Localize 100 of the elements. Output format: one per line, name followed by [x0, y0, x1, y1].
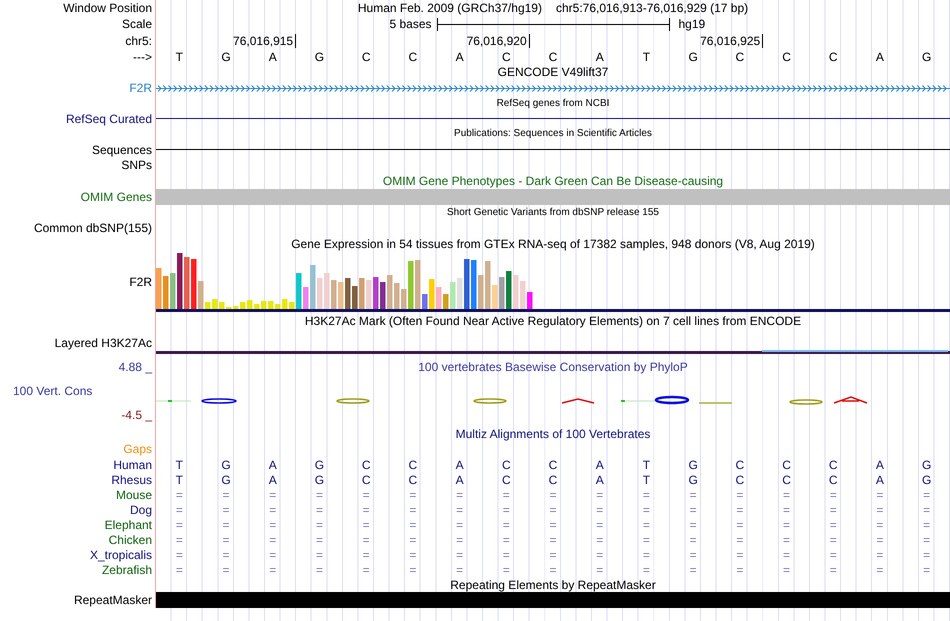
aligned-base: T	[176, 458, 184, 470]
match-mark: =	[736, 488, 744, 500]
base-letter: C	[502, 50, 511, 62]
aligned-base: G	[922, 458, 932, 470]
match-mark: =	[690, 564, 697, 576]
track-label[interactable]: Dog	[130, 504, 152, 516]
match-mark: =	[690, 518, 697, 530]
match-mark: =	[222, 504, 230, 516]
aligned-base: G	[221, 458, 231, 470]
match-mark: =	[783, 534, 790, 546]
track-label[interactable]: Sequences	[92, 144, 152, 156]
match-mark: =	[690, 534, 697, 546]
track-label[interactable]: Mouse	[116, 488, 152, 500]
match-mark: =	[923, 518, 930, 530]
match-mark: =	[642, 534, 650, 546]
match-mark: =	[456, 504, 464, 516]
track-label[interactable]: 100 Vert. Cons	[0, 385, 155, 397]
aligned-base: C	[362, 474, 370, 486]
aligned-base: C	[502, 458, 511, 470]
base-letter: T	[176, 50, 184, 62]
track-label[interactable]: RefSeq Curated	[66, 112, 152, 124]
match-mark: =	[736, 548, 744, 560]
aligned-base: G	[688, 458, 698, 470]
track-label[interactable]: X_tropicalis	[90, 548, 152, 560]
aligned-base: C	[502, 474, 511, 486]
aligned-base: A	[876, 458, 884, 470]
match-mark: =	[176, 488, 183, 500]
track-label[interactable]: Common dbSNP(155)	[34, 222, 152, 234]
match-mark: =	[222, 564, 230, 576]
aligned-base: G	[314, 474, 324, 486]
track-label[interactable]: F2R	[129, 82, 152, 94]
match-mark: =	[549, 504, 556, 516]
aligned-base: C	[362, 458, 370, 470]
match-mark: =	[642, 564, 650, 576]
match-mark: =	[690, 488, 697, 500]
aligned-base: T	[642, 474, 650, 486]
match-mark: =	[642, 548, 650, 560]
match-mark: =	[783, 518, 790, 530]
match-mark: =	[269, 548, 276, 560]
match-mark: =	[456, 534, 464, 546]
match-mark: =	[830, 534, 837, 546]
track-label[interactable]: RepeatMasker	[74, 594, 152, 606]
aligned-base: C	[828, 458, 838, 470]
aligned-base: C	[782, 458, 791, 470]
match-mark: =	[222, 488, 230, 500]
track-label[interactable]: Zebrafish	[102, 564, 152, 576]
match-mark: =	[736, 518, 744, 530]
row-label: --->	[133, 50, 152, 62]
match-mark: =	[502, 548, 510, 560]
base-letter: G	[314, 50, 324, 62]
aligned-base: A	[456, 474, 464, 486]
base-letter: A	[876, 50, 884, 62]
match-mark: =	[596, 504, 604, 516]
match-mark: =	[362, 504, 370, 516]
match-mark: =	[316, 534, 323, 546]
match-mark: =	[362, 534, 370, 546]
match-mark: =	[923, 534, 930, 546]
match-mark: =	[316, 518, 323, 530]
axis-min-label: -4.5 _	[121, 409, 154, 421]
match-mark: =	[783, 504, 790, 516]
track-label[interactable]: OMIM Genes	[80, 190, 152, 202]
match-mark: =	[830, 564, 837, 576]
match-mark: =	[830, 518, 837, 530]
match-mark: =	[736, 534, 744, 546]
aligned-base: C	[548, 458, 558, 470]
match-mark: =	[316, 488, 323, 500]
match-mark: =	[642, 488, 650, 500]
track-label[interactable]: Elephant	[104, 518, 152, 530]
track-label[interactable]: Rhesus	[111, 474, 152, 486]
match-mark: =	[502, 534, 510, 546]
base-letter: C	[548, 50, 558, 62]
track-label[interactable]: Layered H3K27Ac	[54, 337, 152, 349]
match-mark: =	[549, 548, 556, 560]
track-title: Gene Expression in 54 tissues from GTEx RNA-seq of 17382 samples, 948 donors (V8, Aug 2019)	[291, 238, 815, 250]
gene-strand-line[interactable]	[156, 84, 950, 92]
track-label[interactable]: F2R	[129, 276, 152, 288]
aligned-base: A	[596, 458, 604, 470]
match-mark: =	[690, 548, 697, 560]
match-mark: =	[176, 504, 183, 516]
match-mark: =	[362, 518, 370, 530]
track-title: Repeating Elements by RepeatMasker	[450, 578, 656, 590]
row-label: chr5:	[125, 34, 152, 46]
track-title: RefSeq genes from NCBI	[496, 98, 610, 108]
match-mark: =	[222, 548, 230, 560]
match-mark: =	[923, 488, 930, 500]
track-label[interactable]: SNPs	[121, 159, 152, 171]
base-letter: T	[642, 50, 650, 62]
match-mark: =	[176, 534, 183, 546]
aligned-base: C	[735, 474, 744, 486]
match-mark: =	[362, 564, 370, 576]
aligned-base: C	[735, 458, 744, 470]
assembly-name: Human Feb. 2009 (GRCh37/hg19)	[358, 0, 542, 17]
base-letter: A	[268, 50, 277, 62]
track-label[interactable]: Human	[113, 458, 152, 470]
track-label[interactable]: Chicken	[108, 534, 152, 546]
match-mark: =	[409, 564, 416, 576]
match-mark: =	[502, 504, 510, 516]
match-mark: =	[923, 504, 930, 516]
match-mark: =	[876, 548, 884, 560]
match-mark: =	[409, 534, 416, 546]
